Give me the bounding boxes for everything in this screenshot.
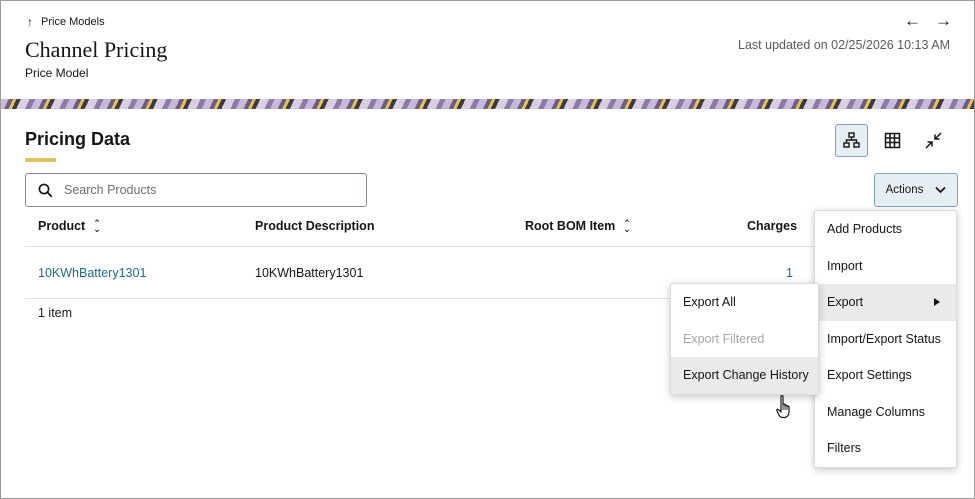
menu-item-manage-columns[interactable]: Manage Columns: [815, 394, 956, 431]
column-header-product[interactable]: Product ⌃ ⌄: [38, 218, 101, 234]
menu-item-filters[interactable]: Filters: [815, 430, 956, 467]
export-submenu: Export All Export Filtered Export Change…: [670, 283, 819, 395]
breadcrumb-label: Price Models: [41, 16, 105, 28]
section-title-underline: [25, 158, 56, 162]
table-view-button[interactable]: [876, 124, 909, 157]
charges-link[interactable]: 1: [786, 266, 793, 280]
menu-item-export-settings[interactable]: Export Settings: [815, 357, 956, 394]
breadcrumb[interactable]: ↑ Price Models: [27, 15, 105, 29]
collapse-button[interactable]: [917, 124, 950, 157]
view-toolbar: [835, 124, 950, 157]
record-navigation: ← →: [904, 11, 952, 31]
hand-pointer-icon: [776, 395, 790, 419]
chevron-down-icon: [935, 186, 946, 194]
sort-icon: ⌃ ⌄: [93, 218, 101, 234]
table-view-icon: [884, 132, 901, 149]
actions-button-label: Actions: [885, 184, 924, 196]
column-header-charges[interactable]: Charges: [747, 219, 797, 233]
page-subtitle: Price Model: [25, 66, 89, 80]
actions-button[interactable]: Actions: [874, 173, 958, 207]
menu-item-import-export-status[interactable]: Import/Export Status: [815, 321, 956, 358]
page-title: Channel Pricing: [25, 37, 168, 62]
submenu-item-export-change-history[interactable]: Export Change History: [671, 357, 818, 394]
item-count: 1 item: [38, 306, 73, 320]
section-title: Pricing Data: [25, 129, 131, 149]
column-header-root-bom-item[interactable]: Root BOM Item ⌃ ⌄: [525, 218, 631, 234]
menu-item-import[interactable]: Import: [815, 248, 956, 285]
sort-icon: ⌃ ⌄: [623, 218, 631, 234]
arrow-up-icon: ↑: [27, 15, 33, 29]
row-divider: [25, 298, 670, 299]
column-header-product-description[interactable]: Product Description: [255, 219, 374, 233]
header-divider: [25, 246, 825, 247]
product-link[interactable]: 10KWhBattery1301: [38, 266, 146, 280]
search-icon: [38, 183, 53, 197]
collapse-icon: [925, 132, 942, 149]
decorative-banner: [1, 99, 974, 109]
submenu-item-export-filtered: Export Filtered: [683, 331, 765, 346]
search-input[interactable]: [64, 183, 344, 197]
hierarchy-view-icon: [843, 132, 860, 148]
submenu-item-export-all[interactable]: Export All: [671, 284, 818, 321]
last-updated-text: Last updated on 02/25/2026 10:13 AM: [738, 38, 950, 52]
menu-item-export[interactable]: Export: [815, 284, 956, 321]
arrow-right-icon[interactable]: →: [935, 11, 952, 31]
arrow-left-icon[interactable]: ←: [904, 11, 921, 31]
search-field[interactable]: [25, 173, 367, 207]
app-window: ↑ Price Models ← → Channel Pricing Price…: [0, 0, 975, 499]
caret-right-icon: [934, 298, 940, 306]
menu-item-add-products[interactable]: Add Products: [815, 211, 956, 248]
actions-menu: Add Products Import Export Import/Export…: [814, 210, 957, 468]
hierarchy-view-button[interactable]: [835, 124, 868, 157]
product-description-cell: 10KWhBattery1301: [255, 266, 364, 280]
